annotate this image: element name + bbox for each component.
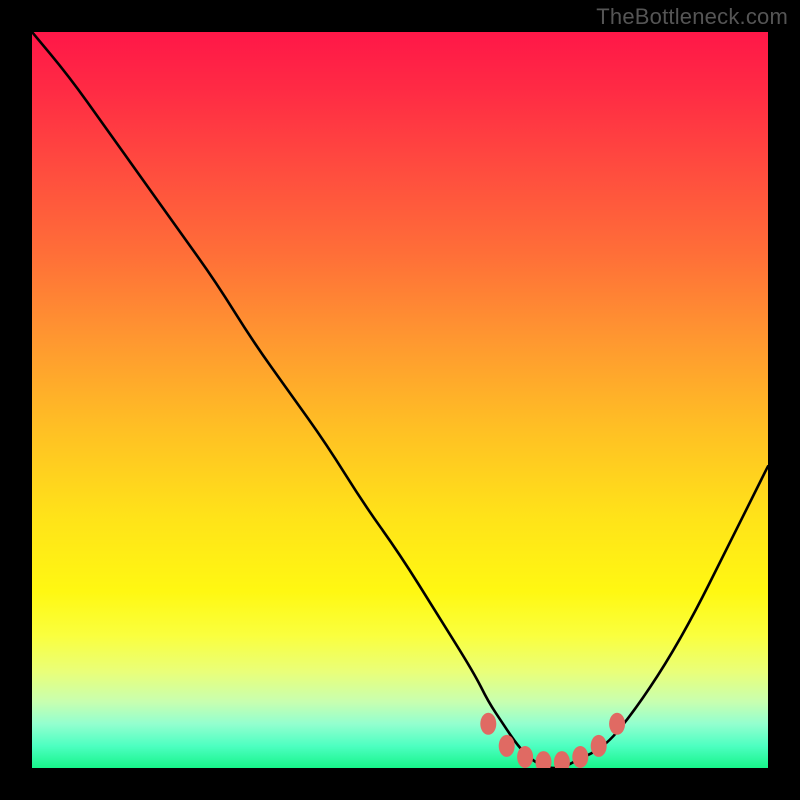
valley-marker: [591, 735, 607, 757]
valley-marker: [499, 735, 515, 757]
watermark-text: TheBottleneck.com: [596, 4, 788, 30]
plot-area: [32, 32, 768, 768]
curve-layer: [32, 32, 768, 768]
valley-marker: [609, 713, 625, 735]
valley-marker: [480, 713, 496, 735]
valley-marker: [517, 746, 533, 768]
valley-marker: [572, 746, 588, 768]
valley-marker: [536, 751, 552, 768]
valley-marker: [554, 751, 570, 768]
chart-frame: TheBottleneck.com: [0, 0, 800, 800]
bottleneck-curve: [32, 32, 768, 768]
